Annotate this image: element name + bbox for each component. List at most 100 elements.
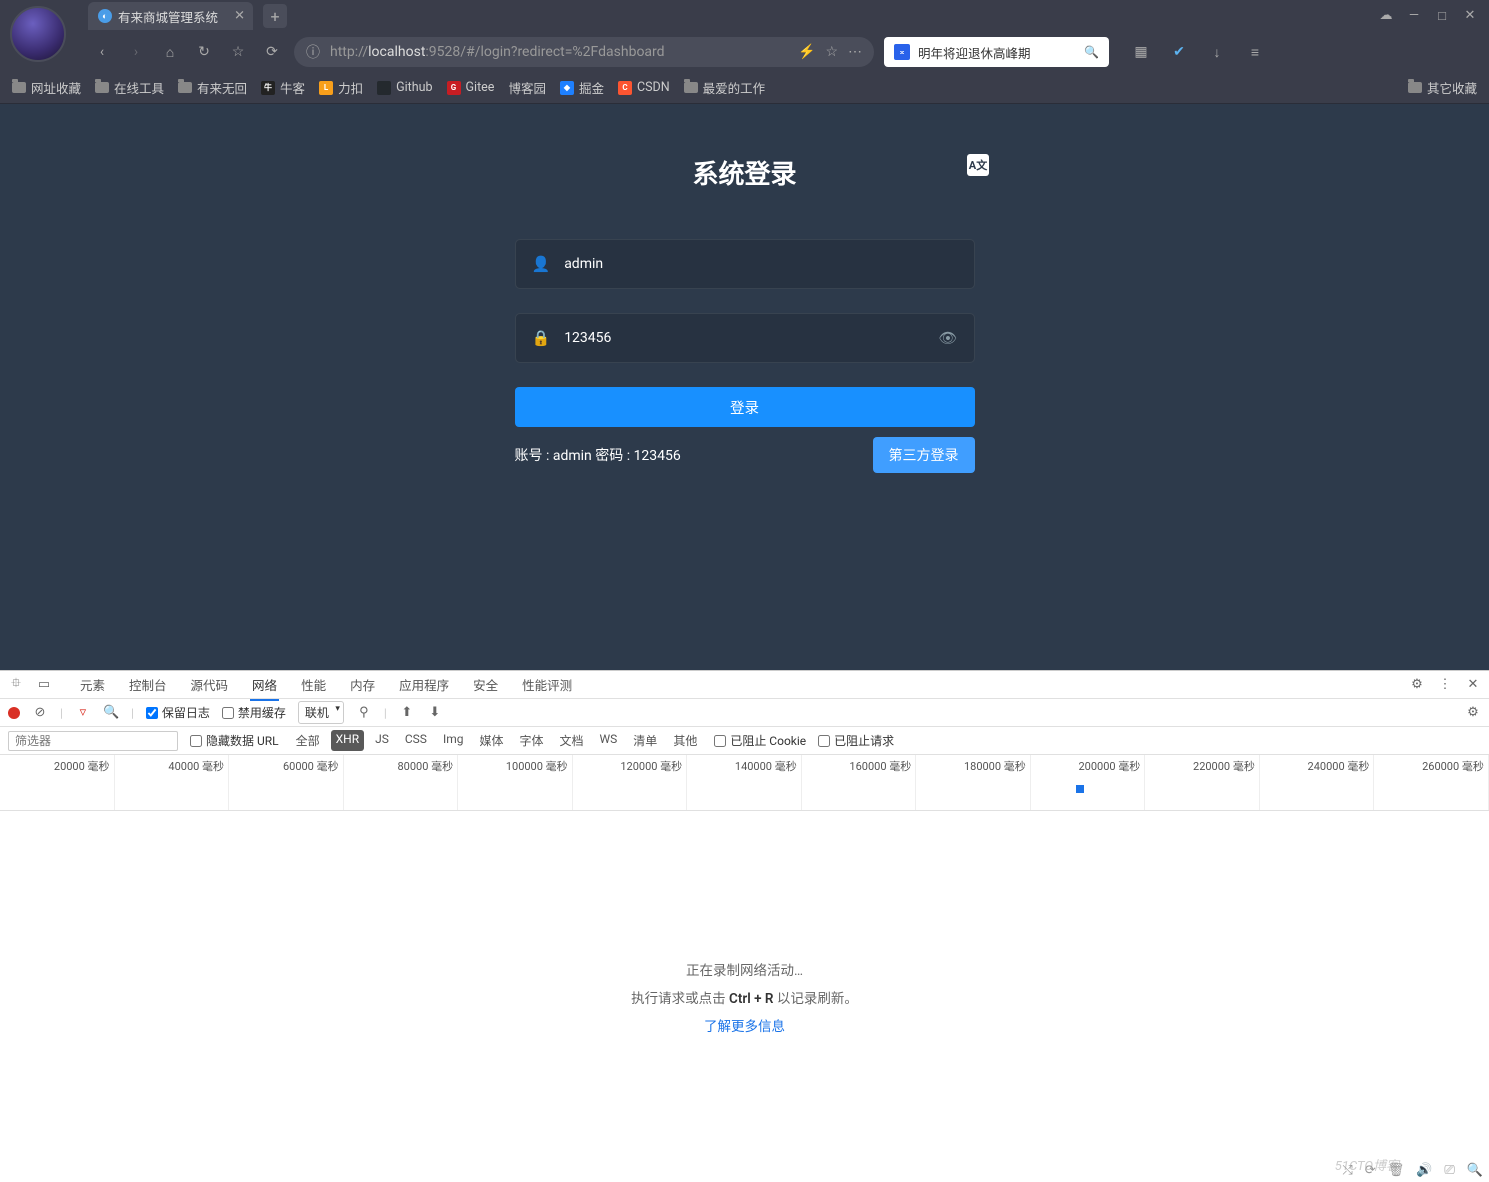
- devtools-settings-icon[interactable]: ⚙: [1409, 677, 1425, 692]
- maximize-icon[interactable]: □: [1435, 8, 1449, 24]
- tray-icon[interactable]: ⎚: [1444, 1163, 1454, 1178]
- new-tab-button[interactable]: +: [263, 4, 287, 28]
- network-conditions-icon[interactable]: ⚲: [356, 705, 372, 720]
- username-input[interactable]: 👤 admin: [515, 239, 975, 289]
- forward-button[interactable]: ›: [124, 40, 148, 64]
- devtools-tab[interactable]: 控制台: [127, 669, 169, 701]
- tray-icon[interactable]: ⤭: [1342, 1163, 1352, 1178]
- clear-button[interactable]: ⊘: [32, 705, 48, 720]
- language-toggle[interactable]: A文: [967, 154, 989, 176]
- waterfall-column: 100000 毫秒: [458, 755, 573, 810]
- filter-type-chip[interactable]: 全部: [291, 730, 325, 751]
- address-bar[interactable]: ⓘ http://localhost:9528/#/login?redirect…: [294, 37, 874, 67]
- network-waterfall[interactable]: 20000 毫秒40000 毫秒60000 毫秒80000 毫秒100000 毫…: [0, 755, 1489, 811]
- bookmark-item[interactable]: 有来无回: [178, 78, 247, 97]
- devtools-more-icon[interactable]: ⋮: [1437, 677, 1453, 692]
- filter-input[interactable]: [8, 731, 178, 751]
- close-window-icon[interactable]: ✕: [1463, 8, 1477, 24]
- downloads-icon[interactable]: ↓: [1205, 40, 1229, 64]
- bookmark-item[interactable]: 网址收藏: [12, 78, 81, 97]
- bookmark-item[interactable]: CCSDN: [618, 80, 670, 95]
- throttling-select[interactable]: 联机: [298, 701, 344, 724]
- bookmark-item[interactable]: ◆掘金: [560, 78, 604, 97]
- filter-type-chip[interactable]: 字体: [514, 730, 548, 751]
- devtools-tab[interactable]: 性能评测: [520, 669, 574, 701]
- devtools-tab[interactable]: 网络: [250, 669, 279, 701]
- import-har-icon[interactable]: ⬆: [399, 705, 415, 720]
- extensions-icon[interactable]: ▦: [1129, 40, 1153, 64]
- reload-button[interactable]: ↻: [192, 40, 216, 64]
- filter-type-chip[interactable]: JS: [370, 730, 394, 751]
- devtools-tab[interactable]: 元素: [78, 669, 107, 701]
- tray-icon[interactable]: 🗑: [1388, 1163, 1405, 1178]
- profile-avatar[interactable]: [10, 6, 66, 62]
- browser-titlebar: ◐ 有来商城管理系统 ✕ + ☁ — □ ✕: [0, 0, 1489, 32]
- password-input[interactable]: 🔒 123456 👁: [515, 313, 975, 363]
- devtools-tab[interactable]: 内存: [348, 669, 377, 701]
- tray-icon[interactable]: ⟳: [1365, 1163, 1376, 1178]
- bookmark-item[interactable]: L力扣: [319, 78, 363, 97]
- tray-icon[interactable]: 🔊: [1416, 1163, 1432, 1178]
- hide-data-urls-checkbox[interactable]: 隐藏数据 URL: [190, 732, 279, 749]
- bookmarks-overflow[interactable]: 其它收藏: [1408, 78, 1477, 97]
- filter-type-chip[interactable]: 媒体: [474, 730, 508, 751]
- bookmark-label: 力扣: [338, 78, 363, 97]
- third-party-login-button[interactable]: 第三方登录: [873, 437, 975, 473]
- devtools-tab[interactable]: 应用程序: [397, 669, 451, 701]
- url-more-icon[interactable]: ⋯: [848, 44, 862, 60]
- disable-cache-checkbox[interactable]: 禁用缓存: [222, 704, 286, 721]
- star-button[interactable]: ☆: [226, 40, 250, 64]
- learn-more-link[interactable]: 了解更多信息: [704, 1015, 785, 1035]
- bookmark-item[interactable]: 在线工具: [95, 78, 164, 97]
- filter-type-chip[interactable]: CSS: [400, 730, 432, 751]
- back-button[interactable]: ‹: [90, 40, 114, 64]
- site-info-icon[interactable]: ⓘ: [306, 42, 320, 62]
- inspect-icon[interactable]: ⯐: [8, 674, 24, 696]
- bookmark-item[interactable]: GGitee: [447, 80, 495, 95]
- minimize-icon[interactable]: —: [1407, 8, 1421, 24]
- waterfall-column: 180000 毫秒: [916, 755, 1031, 810]
- devtools-tab[interactable]: 源代码: [189, 669, 231, 701]
- devtools-close-icon[interactable]: ✕: [1465, 677, 1481, 692]
- filter-type-chip[interactable]: 其他: [668, 730, 702, 751]
- bookmark-item[interactable]: 博客园: [508, 78, 546, 97]
- browser-tab[interactable]: ◐ 有来商城管理系统 ✕: [88, 2, 253, 30]
- refresh2-button[interactable]: ⟳: [260, 40, 284, 64]
- bookmark-item[interactable]: 最爱的工作: [684, 78, 766, 97]
- filter-type-chip[interactable]: 清单: [628, 730, 662, 751]
- filter-type-chip[interactable]: Img: [438, 730, 469, 751]
- flash-icon[interactable]: ⚡: [798, 44, 815, 60]
- window-controls: ☁ — □ ✕: [1379, 8, 1489, 24]
- waterfall-marker: [1076, 785, 1084, 793]
- home-button[interactable]: ⌂: [158, 40, 182, 64]
- folder-icon: [684, 82, 698, 93]
- bookmark-item[interactable]: Github: [377, 80, 432, 95]
- bookmark-item[interactable]: 牛牛客: [261, 78, 305, 97]
- waterfall-tick-label: 180000 毫秒: [964, 758, 1026, 774]
- search-icon[interactable]: 🔍: [1084, 45, 1099, 59]
- device-mode-icon[interactable]: ▭: [36, 677, 52, 692]
- filter-type-chip[interactable]: WS: [595, 730, 623, 751]
- filter-toggle-icon[interactable]: ▿: [75, 705, 91, 720]
- bookmark-star-icon[interactable]: ☆: [825, 44, 838, 60]
- toggle-password-icon[interactable]: 👁: [938, 329, 957, 347]
- blocked-cookies-checkbox[interactable]: 已阻止 Cookie: [714, 732, 806, 749]
- export-har-icon[interactable]: ⬇: [427, 705, 443, 720]
- cloud-icon[interactable]: ☁: [1379, 8, 1393, 24]
- record-button[interactable]: [8, 707, 20, 719]
- login-button[interactable]: 登录: [515, 387, 975, 427]
- blocked-requests-checkbox[interactable]: 已阻止请求: [818, 732, 894, 749]
- main-menu-icon[interactable]: ≡: [1243, 40, 1267, 64]
- tab-close-icon[interactable]: ✕: [234, 9, 245, 24]
- login-hint: 账号 : admin 密码 : 123456: [515, 445, 681, 465]
- preserve-log-checkbox[interactable]: 保留日志: [146, 704, 210, 721]
- filter-type-chip[interactable]: 文档: [555, 730, 589, 751]
- tray-icon[interactable]: 🔍: [1467, 1163, 1483, 1178]
- devtools-tab[interactable]: 性能: [299, 669, 328, 701]
- network-settings-icon[interactable]: ⚙: [1465, 705, 1481, 720]
- filter-type-chip[interactable]: XHR: [331, 730, 364, 751]
- search-network-icon[interactable]: 🔍: [103, 705, 119, 720]
- app-icon[interactable]: ✔: [1167, 40, 1191, 64]
- browser-search-box[interactable]: 𝄪 明年将迎退休高峰期 🔍: [884, 37, 1109, 67]
- devtools-tab[interactable]: 安全: [471, 669, 500, 701]
